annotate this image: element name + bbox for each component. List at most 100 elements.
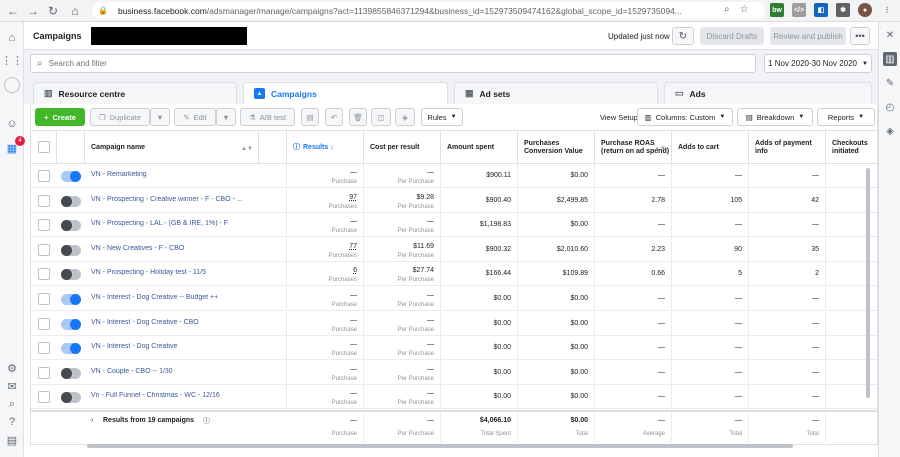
columns-button[interactable]: ▥ Columns: Custom ▼ bbox=[637, 108, 733, 126]
header-checkouts[interactable]: Checkouts initiated bbox=[826, 131, 877, 164]
campaign-name-link[interactable]: VN - Interest - Dog Creative bbox=[91, 343, 253, 350]
settings-icon[interactable]: ⚙ bbox=[4, 360, 20, 376]
alerts-icon[interactable]: ✉ bbox=[4, 378, 20, 394]
campaign-name-link[interactable]: VN - Prospecting - Holiday test - 11/5 bbox=[91, 269, 253, 276]
row-checkbox[interactable] bbox=[38, 317, 50, 330]
search-nav-icon[interactable]: ⌕ bbox=[4, 396, 20, 412]
apps-grid-icon[interactable]: ⋮⋮ bbox=[1, 52, 23, 68]
edit-dropdown[interactable]: ▼ bbox=[216, 108, 236, 126]
create-button[interactable]: + Create bbox=[35, 108, 85, 126]
table-row[interactable]: VN - New Creatives - F - CBO 77 Purchases $… bbox=[31, 237, 877, 262]
duplicate-button[interactable]: ❐ Duplicate bbox=[90, 108, 150, 126]
tag-icon[interactable]: ◈ bbox=[395, 108, 415, 126]
chart-icon[interactable]: ▥ bbox=[883, 52, 897, 66]
ads-manager-table-icon[interactable]: ▦ bbox=[4, 140, 20, 156]
campaign-toggle[interactable] bbox=[61, 318, 81, 330]
header-results[interactable]: ⓘ Results ↓ bbox=[287, 131, 364, 164]
table-row[interactable]: VN - Couple - CBO -- 1/30 — Purchase — Per P… bbox=[31, 360, 877, 385]
campaign-toggle[interactable] bbox=[61, 367, 81, 379]
row-checkbox[interactable] bbox=[38, 170, 50, 182]
search-filter-box[interactable]: ⌕ bbox=[30, 54, 756, 73]
star-icon[interactable]: ☆ bbox=[740, 4, 749, 15]
refresh-button[interactable]: ↻ bbox=[672, 27, 694, 45]
campaign-toggle[interactable] bbox=[61, 294, 81, 305]
table-row[interactable]: VN - Prospecting - Holiday test - 11/5 6 P… bbox=[31, 262, 877, 287]
account-avatar[interactable] bbox=[4, 77, 20, 93]
search-input[interactable] bbox=[48, 59, 729, 68]
reload-icon[interactable]: ↻ bbox=[44, 2, 62, 20]
campaign-toggle[interactable] bbox=[61, 195, 81, 207]
table-row[interactable]: VN - Interest - Dog Creative — Purchase — Pe… bbox=[31, 336, 877, 361]
preview-icon[interactable]: ◫ bbox=[371, 108, 391, 126]
discard-drafts-button[interactable]: Discard Drafts bbox=[700, 27, 764, 45]
campaign-toggle[interactable] bbox=[61, 392, 81, 404]
header-adds-to-cart[interactable]: Adds to cart bbox=[672, 131, 749, 164]
table-row[interactable]: VN - Remarketing — Purchase — Per Purchase $9… bbox=[31, 164, 877, 188]
header-campaign-name[interactable]: Campaign name ▲▼ bbox=[85, 131, 259, 164]
address-bar[interactable]: 🔒 business.facebook.com /adsmanager/mana… bbox=[92, 2, 765, 19]
home-icon[interactable]: ⌂ bbox=[66, 2, 84, 20]
campaign-toggle[interactable] bbox=[61, 343, 81, 355]
forward-icon[interactable]: → bbox=[24, 2, 42, 20]
header-payment-info[interactable]: Adds of payment info bbox=[749, 131, 826, 164]
edit-pencil-icon[interactable]: ✎ bbox=[883, 76, 897, 90]
table-row[interactable]: VN - Prospecting - LAL - (GB & IRE, 1%) … bbox=[31, 213, 877, 238]
table-row[interactable]: VN - Interest - Dog Creative - CBO — Purch… bbox=[31, 311, 877, 336]
header-conversion-value[interactable]: Purchases Conversion Value bbox=[518, 131, 595, 164]
reports-button[interactable]: Reports ▼ bbox=[817, 108, 875, 126]
duplicate-dropdown[interactable]: ▼ bbox=[150, 108, 170, 126]
expand-chevron-icon[interactable]: › bbox=[91, 417, 93, 424]
row-checkbox[interactable] bbox=[38, 219, 50, 232]
clipboard-icon[interactable]: ▤ bbox=[301, 108, 319, 126]
row-checkbox[interactable] bbox=[38, 268, 50, 281]
trash-icon[interactable]: 🗑 bbox=[349, 108, 367, 126]
ab-test-button[interactable]: ⚗ A/B test bbox=[240, 108, 295, 126]
row-checkbox[interactable] bbox=[38, 243, 50, 256]
campaign-toggle[interactable] bbox=[61, 269, 81, 281]
review-publish-button[interactable]: Review and publish bbox=[770, 27, 846, 45]
extensions-puzzle-icon[interactable]: ✱ bbox=[836, 3, 850, 17]
close-icon[interactable]: ✕ bbox=[883, 28, 897, 42]
table-row[interactable]: VN - Prospecting - Creative winner - F -… bbox=[31, 188, 877, 213]
tab-resource-centre[interactable]: ▥ Resource centre bbox=[33, 82, 237, 104]
campaign-toggle[interactable] bbox=[61, 171, 81, 182]
campaign-name-link[interactable]: VN - Couple - CBO -- 1/30 bbox=[91, 368, 253, 375]
campaign-name-link[interactable]: VN - Prospecting - LAL - (GB & IRE, 1%) … bbox=[91, 220, 253, 227]
header-cost-per-result[interactable]: Cost per result bbox=[364, 131, 441, 164]
date-range-picker[interactable]: 1 Nov 2020-30 Nov 2020 ▼ bbox=[764, 54, 872, 73]
profile-avatar[interactable]: ● bbox=[858, 3, 872, 17]
campaign-name-link[interactable]: VN - Remarketing bbox=[91, 171, 253, 178]
row-checkbox[interactable] bbox=[38, 293, 50, 305]
row-checkbox[interactable] bbox=[38, 391, 50, 404]
row-checkbox[interactable] bbox=[38, 366, 50, 379]
table-row[interactable]: VN - Interest - Dog Creative -- Budget +… bbox=[31, 287, 877, 311]
select-all-checkbox[interactable] bbox=[38, 141, 50, 153]
tag-icon[interactable]: ◈ bbox=[883, 124, 897, 138]
tab-ad-sets[interactable]: ▦ Ad sets bbox=[454, 82, 658, 104]
row-checkbox[interactable] bbox=[38, 342, 50, 355]
edit-button[interactable]: ✎ Edit bbox=[174, 108, 216, 126]
undo-icon[interactable]: ↶ bbox=[325, 108, 343, 126]
header-roas[interactable]: Purchase ROAS (return on ad spend) ▲▼ bbox=[595, 131, 672, 164]
tab-campaigns[interactable]: ▲ Campaigns bbox=[243, 82, 448, 104]
extension-code-icon[interactable]: </> bbox=[792, 3, 806, 17]
notifications-icon[interactable]: ☺ bbox=[4, 116, 20, 132]
campaign-toggle[interactable] bbox=[61, 244, 81, 256]
vertical-scrollbar[interactable] bbox=[866, 168, 870, 398]
back-icon[interactable]: ← bbox=[4, 2, 22, 20]
campaign-toggle[interactable] bbox=[61, 220, 81, 232]
home-nav-icon[interactable]: ⌂ bbox=[4, 30, 20, 46]
campaign-name-link[interactable]: Vn - Full Funnel - Christmas - WC - 12/1… bbox=[91, 392, 253, 399]
tab-ads[interactable]: ▭ Ads bbox=[664, 82, 872, 104]
reports-icon[interactable]: ▤ bbox=[4, 432, 20, 448]
header-amount-spent[interactable]: Amount spent bbox=[441, 131, 518, 164]
extension-panel-icon[interactable]: ◧ bbox=[814, 3, 828, 17]
history-icon[interactable]: ◴ bbox=[883, 100, 897, 114]
campaign-name-link[interactable]: VN - Interest - Dog Creative -- Budget +… bbox=[91, 294, 253, 301]
more-options-button[interactable]: ••• bbox=[850, 27, 870, 45]
rules-button[interactable]: Rules ▼ bbox=[421, 108, 463, 126]
campaign-name-link[interactable]: VN - Prospecting - Creative winner - F -… bbox=[91, 196, 253, 203]
breakdown-button[interactable]: ▤ Breakdown ▼ bbox=[737, 108, 813, 126]
row-checkbox[interactable] bbox=[38, 194, 50, 207]
search-icon[interactable]: ⌕ bbox=[724, 4, 730, 15]
